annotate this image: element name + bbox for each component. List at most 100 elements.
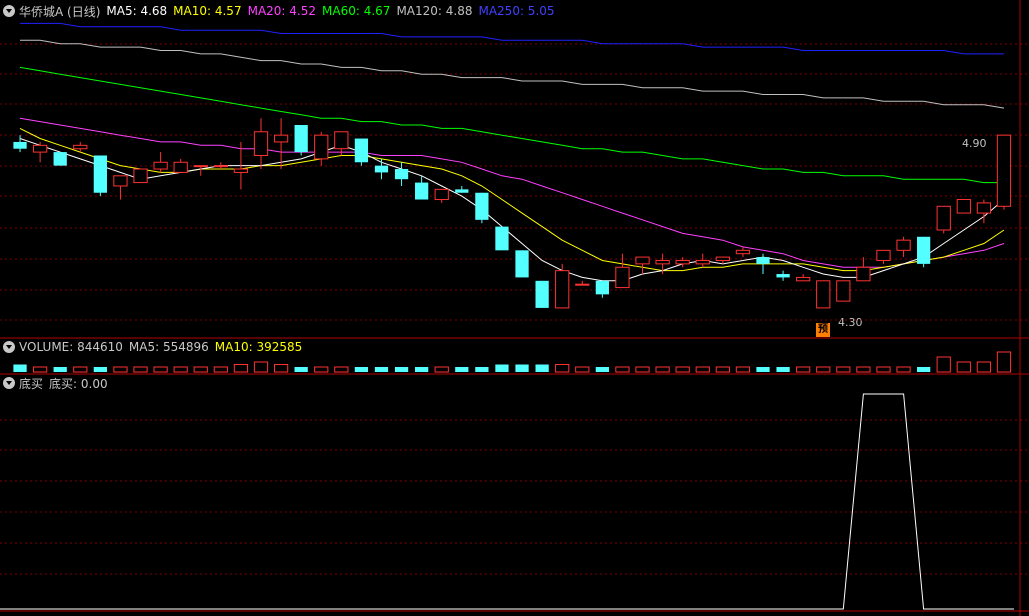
volume-bar <box>836 366 851 373</box>
volume-bar <box>635 366 650 373</box>
candle <box>555 263 570 309</box>
candle-body <box>856 266 871 282</box>
volume-bar <box>735 366 751 373</box>
candle-body <box>13 141 27 149</box>
candle <box>434 188 449 203</box>
candle-body <box>374 165 389 173</box>
candle <box>53 152 67 166</box>
volume-bar <box>294 367 308 372</box>
volume-bar <box>153 366 168 373</box>
volume-bar <box>233 364 249 373</box>
candle-body <box>936 205 951 231</box>
candle <box>816 280 831 309</box>
candle-body <box>956 199 971 214</box>
candle-body <box>113 175 128 187</box>
volume-bar <box>856 366 871 373</box>
candle <box>354 138 369 166</box>
volume-bar <box>956 361 971 373</box>
volume-bar <box>434 366 449 373</box>
volume-bar <box>475 367 489 372</box>
volume-bar <box>253 361 269 373</box>
volume-bar <box>936 356 951 373</box>
candle <box>455 185 469 193</box>
candle-body <box>796 276 811 282</box>
candle-body <box>635 256 650 265</box>
candle <box>575 280 590 286</box>
ma250-line <box>20 22 1004 55</box>
volume-bar <box>394 367 409 372</box>
candle-body <box>495 226 509 251</box>
candle <box>836 280 851 302</box>
volume-bar <box>213 366 228 373</box>
candle <box>13 135 27 153</box>
candle-body <box>173 161 188 173</box>
ma10-line <box>19 127 1005 272</box>
candle-body <box>976 202 992 214</box>
candle <box>535 280 549 308</box>
volume-bar <box>374 367 389 372</box>
ma20-line <box>19 117 1005 268</box>
volume-bar <box>314 366 329 373</box>
volume-bar <box>555 364 570 373</box>
candle-body <box>715 256 730 261</box>
volume-bar <box>535 364 549 372</box>
candle <box>936 205 951 234</box>
candle-body <box>253 131 269 156</box>
candle <box>956 199 971 214</box>
candle-body <box>515 250 529 278</box>
candle <box>153 152 168 173</box>
candle <box>635 256 650 275</box>
volume-bar <box>675 366 690 373</box>
candle-body <box>655 259 670 265</box>
candle-body <box>776 274 790 278</box>
candle <box>32 141 48 163</box>
candle <box>595 280 609 298</box>
volume-bar <box>495 364 509 372</box>
candle <box>876 249 891 264</box>
candle <box>193 165 208 176</box>
candle-body <box>876 249 891 261</box>
volume-bar <box>133 366 148 373</box>
volume-bar <box>515 364 529 372</box>
candle <box>294 125 308 156</box>
volume-bar <box>93 367 107 372</box>
volume-bar <box>876 366 891 373</box>
moving-average-lines <box>19 22 1005 282</box>
candle-body <box>555 270 570 309</box>
candle <box>896 236 911 258</box>
candle-body <box>917 236 931 264</box>
candle <box>996 134 1012 210</box>
candle <box>776 270 790 281</box>
candle-body <box>294 125 308 153</box>
candle-body <box>354 138 369 163</box>
candle-body <box>93 155 107 193</box>
candle-body <box>334 131 349 150</box>
candle <box>93 155 107 197</box>
indicator-line <box>0 393 1014 610</box>
candlestick-chart[interactable] <box>0 0 1029 616</box>
candle <box>735 246 751 258</box>
volume-bar <box>595 367 609 372</box>
volume-bar <box>896 366 911 373</box>
candle-body <box>595 280 609 295</box>
candle-body <box>816 280 831 309</box>
volume-bar <box>976 361 992 373</box>
candle-body <box>896 239 911 251</box>
indicator-line <box>0 393 1014 610</box>
candles <box>13 118 1012 309</box>
volume-bar <box>73 366 88 373</box>
volume-bar <box>334 366 349 373</box>
candle-body <box>575 283 590 286</box>
volume-bar <box>575 366 590 373</box>
candle-body <box>475 192 489 220</box>
volume-bar <box>615 366 630 373</box>
candle-body <box>415 182 429 200</box>
volume-bar <box>273 364 289 373</box>
volume-bar <box>695 366 710 373</box>
grid-lines <box>0 43 1029 575</box>
candle <box>695 253 710 268</box>
candle-body <box>996 134 1012 207</box>
panel-separators <box>0 0 1029 616</box>
candle-body <box>314 134 329 160</box>
candle-body <box>615 266 630 289</box>
